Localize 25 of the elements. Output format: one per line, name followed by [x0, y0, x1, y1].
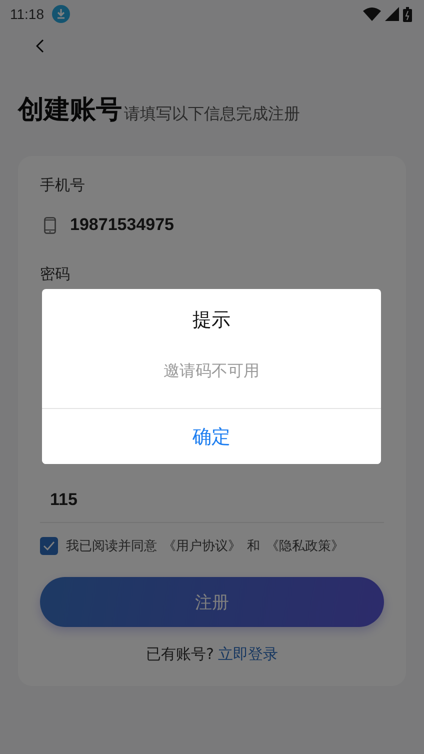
back-icon[interactable]: [36, 39, 45, 53]
agreement-text: 和: [247, 538, 260, 555]
login-prompt: 已有账号?: [146, 645, 214, 664]
status-time: 11:18: [10, 6, 44, 22]
dialog-message: 邀请码不可用: [164, 361, 260, 382]
invite-code-field[interactable]: 115: [40, 474, 384, 523]
agreement-text: 我已阅读并同意: [66, 538, 157, 555]
checkmark-icon: [43, 541, 55, 551]
agree-checkbox[interactable]: [40, 537, 58, 555]
download-icon: [52, 5, 70, 23]
privacy-policy-link[interactable]: 《隐私政策》: [266, 537, 344, 555]
confirm-button[interactable]: 确定: [42, 408, 381, 464]
field-label: 手机号: [40, 176, 85, 195]
login-link[interactable]: 立即登录: [218, 645, 278, 664]
phone-icon: [44, 216, 56, 234]
phone-value[interactable]: 19871534975: [70, 215, 174, 235]
signal-icon: [385, 7, 399, 21]
user-agreement-link[interactable]: 《用户协议》: [163, 537, 241, 555]
wifi-icon: [363, 7, 381, 21]
field-label: 密码: [40, 265, 70, 284]
page-subtitle: 请填写以下信息完成注册: [124, 103, 300, 125]
battery-icon: [403, 6, 412, 22]
dialog-title: 提示: [192, 308, 230, 333]
register-button[interactable]: 注册: [40, 577, 384, 627]
page-title: 创建账号: [18, 94, 122, 126]
